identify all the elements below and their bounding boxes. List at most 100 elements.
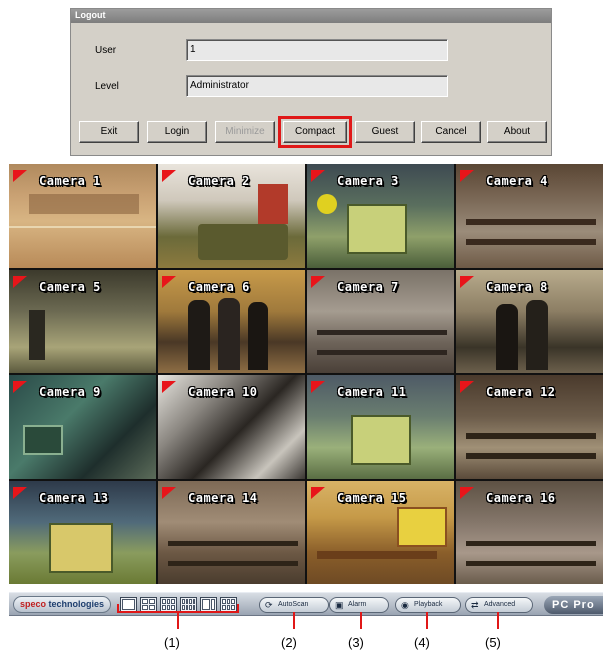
camera-view-12[interactable]: Camera 12 xyxy=(456,375,603,479)
logout-dialog: Logout User 1 Level Administrator Exit L… xyxy=(70,8,552,156)
camera-label: Camera 15 xyxy=(337,490,407,505)
callout-5: (5) xyxy=(485,635,501,650)
layout-2x2-button[interactable] xyxy=(140,597,157,612)
dialog-button-row: Exit Login Minimize Compact Guest Cancel… xyxy=(79,116,547,148)
advanced-button[interactable]: ⇄ Advanced xyxy=(465,597,533,613)
callout-1: (1) xyxy=(164,635,180,650)
camera-label: Camera 13 xyxy=(39,490,109,505)
camera-flag-icon xyxy=(13,381,27,393)
camera-view-14[interactable]: Camera 14 xyxy=(158,480,305,584)
about-button[interactable]: About xyxy=(487,121,547,143)
camera-grid: Camera 1 Camera 2 Camera 3 Camera 4 Came… xyxy=(9,164,603,584)
alarm-button[interactable]: ▣ Alarm xyxy=(329,597,389,613)
speco-logo: speco technologies xyxy=(13,596,111,613)
autoscan-button[interactable]: ⟳ AutoScan xyxy=(259,597,329,613)
camera-label: Camera 14 xyxy=(188,490,258,505)
camera-flag-icon xyxy=(162,381,176,393)
product-label: PC Pro xyxy=(544,596,603,614)
bottom-toolbar: speco technologies ⟳ AutoScan ▣ Alarm ◉ … xyxy=(9,592,603,616)
camera-flag-icon xyxy=(162,275,176,288)
camera-flag-icon xyxy=(311,381,325,393)
camera-flag-icon xyxy=(460,275,474,288)
layout-3x3-button[interactable] xyxy=(160,597,177,612)
camera-label: Camera 5 xyxy=(39,279,101,294)
layout-1x1-button[interactable] xyxy=(120,597,137,612)
camera-label: Camera 12 xyxy=(486,385,556,399)
alarm-icon: ▣ xyxy=(335,600,344,610)
camera-view-16[interactable]: Camera 16 xyxy=(456,480,603,584)
layout-custom-button[interactable] xyxy=(200,597,217,612)
logo-brand: speco xyxy=(20,599,47,609)
level-field[interactable]: Administrator xyxy=(186,75,448,97)
user-field[interactable]: 1 xyxy=(186,39,448,61)
annotation-bracket-right xyxy=(237,604,239,613)
camera-flag-icon xyxy=(460,381,474,393)
camera-view-2[interactable]: Camera 2 xyxy=(158,164,305,268)
callout-3: (3) xyxy=(348,635,364,650)
camera-view-3[interactable]: Camera 3 xyxy=(307,164,454,268)
layout-multi-button[interactable] xyxy=(220,597,237,612)
alarm-label: Alarm xyxy=(348,601,367,608)
login-button[interactable]: Login xyxy=(147,121,207,143)
user-row: User 1 xyxy=(71,39,551,63)
minimize-button[interactable]: Minimize xyxy=(215,121,275,143)
camera-flag-icon xyxy=(162,170,176,182)
camera-label: Camera 11 xyxy=(337,385,407,399)
camera-view-10[interactable]: Camera 10 xyxy=(158,375,305,479)
camera-label: Camera 7 xyxy=(337,279,399,294)
camera-view-1[interactable]: Camera 1 xyxy=(9,164,156,268)
camera-label: Camera 16 xyxy=(486,490,556,505)
camera-view-5[interactable]: Camera 5 xyxy=(9,269,156,373)
camera-label: Camera 3 xyxy=(337,174,399,188)
advanced-icon: ⇄ xyxy=(471,600,479,610)
camera-label: Camera 8 xyxy=(486,279,548,294)
camera-view-8[interactable]: Camera 8 xyxy=(456,269,603,373)
autoscan-label: AutoScan xyxy=(278,601,309,608)
camera-view-11[interactable]: Camera 11 xyxy=(307,375,454,479)
dialog-title: Logout xyxy=(71,9,551,23)
camera-label: Camera 2 xyxy=(188,174,250,188)
logo-suffix: technologies xyxy=(46,599,105,609)
camera-label: Camera 4 xyxy=(486,174,548,188)
camera-view-4[interactable]: Camera 4 xyxy=(456,164,603,268)
camera-label: Camera 10 xyxy=(188,385,258,399)
camera-view-15[interactable]: Camera 15 xyxy=(307,480,454,584)
autoscan-icon: ⟳ xyxy=(265,600,273,610)
camera-view-13[interactable]: Camera 13 xyxy=(9,480,156,584)
camera-label: Camera 1 xyxy=(39,174,101,188)
camera-flag-icon xyxy=(162,486,176,499)
camera-view-9[interactable]: Camera 9 xyxy=(9,375,156,479)
camera-view-7[interactable]: Camera 7 xyxy=(307,269,454,373)
playback-button[interactable]: ◉ Playback xyxy=(395,597,461,613)
annotation-line-2 xyxy=(293,612,295,629)
compact-button[interactable]: Compact xyxy=(278,116,352,148)
camera-flag-icon xyxy=(13,275,27,288)
annotation-bracket-left xyxy=(117,604,119,613)
layout-4x4-button[interactable] xyxy=(180,597,197,612)
camera-view-6[interactable]: Camera 6 xyxy=(158,269,305,373)
playback-label: Playback xyxy=(414,601,443,608)
annotation-line-1 xyxy=(177,611,179,629)
user-label: User xyxy=(95,45,117,56)
level-row: Level Administrator xyxy=(71,75,551,99)
annotation-line-4 xyxy=(426,612,428,629)
playback-icon: ◉ xyxy=(401,600,409,610)
guest-button[interactable]: Guest xyxy=(355,121,415,143)
exit-button[interactable]: Exit xyxy=(79,121,139,143)
camera-flag-icon xyxy=(311,170,325,182)
camera-flag-icon xyxy=(311,275,325,288)
annotation-line-3 xyxy=(360,612,362,629)
cancel-button[interactable]: Cancel xyxy=(421,121,481,143)
camera-flag-icon xyxy=(311,486,325,499)
level-label: Level xyxy=(95,81,119,92)
camera-flag-icon xyxy=(13,170,27,182)
advanced-label: Advanced xyxy=(484,601,516,608)
camera-flag-icon xyxy=(460,170,474,182)
callout-2: (2) xyxy=(281,635,297,650)
annotation-line-5 xyxy=(497,612,499,629)
camera-label: Camera 9 xyxy=(39,385,101,399)
camera-label: Camera 6 xyxy=(188,279,250,294)
camera-flag-icon xyxy=(13,486,27,499)
callout-4: (4) xyxy=(414,635,430,650)
camera-flag-icon xyxy=(460,486,474,499)
